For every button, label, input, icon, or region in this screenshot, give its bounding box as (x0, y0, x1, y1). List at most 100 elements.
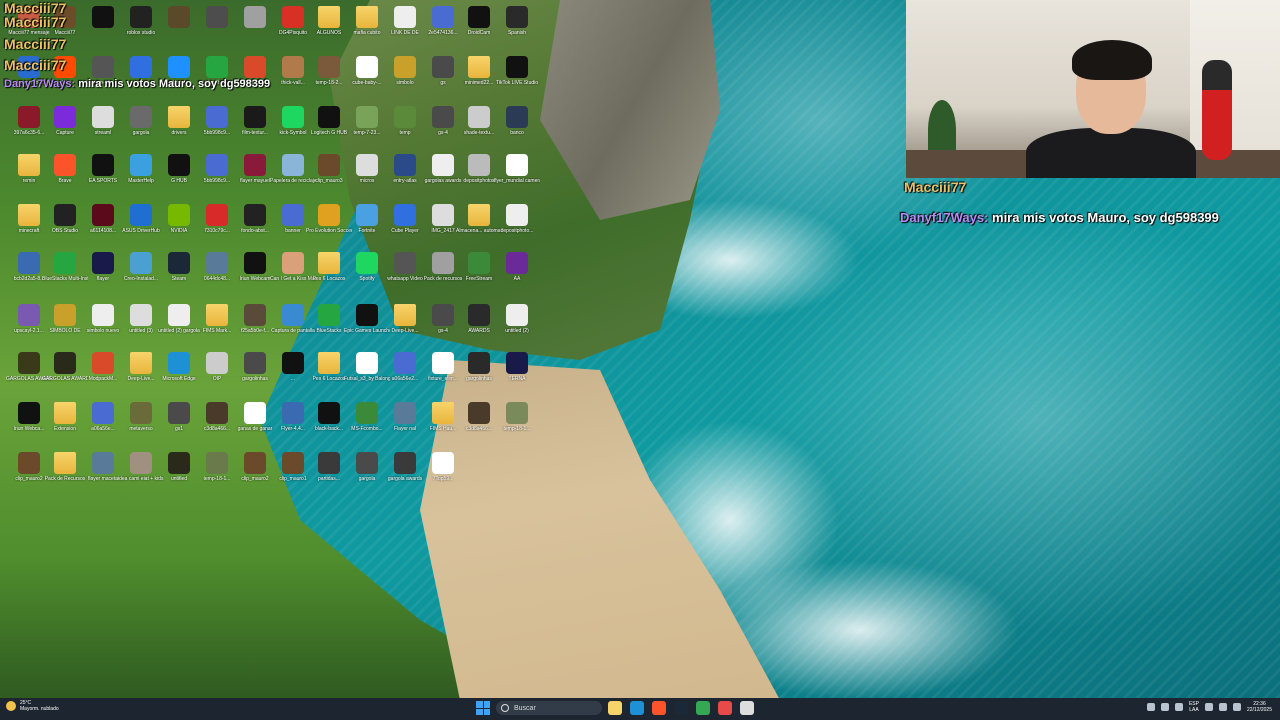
app-icon (54, 252, 76, 274)
app-icon (282, 452, 304, 474)
brave-icon[interactable] (652, 701, 666, 715)
folder-icon (468, 204, 490, 226)
desktop-icon[interactable]: banco (494, 104, 540, 150)
app-icon (468, 304, 490, 326)
search-box[interactable]: Buscar (496, 701, 602, 715)
search-icon (501, 704, 509, 712)
folder-icon (394, 304, 416, 326)
app-icon (468, 106, 490, 128)
app-icon (168, 352, 190, 374)
start-button[interactable] (476, 701, 490, 715)
search-placeholder: Buscar (514, 704, 536, 712)
app-icon (394, 402, 416, 424)
battery-icon[interactable] (1232, 703, 1241, 711)
app-icon (506, 6, 528, 28)
app-icon (206, 154, 228, 176)
wifi-icon[interactable] (1204, 703, 1213, 711)
app-icon (318, 304, 340, 326)
app-icon (130, 56, 152, 78)
desktop-icon[interactable]: untitled (2) (494, 302, 540, 348)
app-icon (432, 252, 454, 274)
desktop-icon[interactable]: AA (494, 250, 540, 296)
app-icon (282, 154, 304, 176)
speaker-icon[interactable] (1218, 703, 1227, 711)
app-icon (432, 106, 454, 128)
chat-line: Macciii77 (904, 179, 967, 195)
desktop-icon[interactable]: Spanish (494, 4, 540, 50)
clock[interactable]: 22:36 22/12/2025 (1247, 701, 1272, 713)
desktop-icon[interactable]: 7Top59... (420, 450, 466, 496)
app-icon (506, 106, 528, 128)
taskbar: 25°C Mayorm. nublado Buscar ESP LAA 22:36… (0, 698, 1280, 720)
folder-icon (432, 402, 454, 424)
chevron-up-icon[interactable] (1146, 703, 1155, 711)
volume-icon[interactable] (1174, 703, 1183, 711)
app-icon (130, 204, 152, 226)
folder-icon (206, 304, 228, 326)
app-icon (282, 252, 304, 274)
app-icon (18, 304, 40, 326)
app-icon (432, 6, 454, 28)
network-icon[interactable] (1160, 703, 1169, 711)
app-icon (54, 304, 76, 326)
file-explorer-icon[interactable] (608, 701, 622, 715)
app-icon (468, 6, 490, 28)
app-icon (168, 204, 190, 226)
app-icon (506, 56, 528, 78)
folder-icon (54, 402, 76, 424)
system-tray: ESP LAA 22:36 22/12/2025 (1146, 701, 1272, 713)
app-icon (244, 252, 266, 274)
app-icon (54, 154, 76, 176)
chat-line: Macciii77 (4, 14, 67, 30)
app-icon (394, 56, 416, 78)
app-icon (130, 106, 152, 128)
app-icon (282, 402, 304, 424)
language-indicator[interactable]: ESP LAA (1189, 701, 1199, 713)
app-icon (356, 452, 378, 474)
folder-icon (318, 6, 340, 28)
app-icon (244, 154, 266, 176)
chrome-icon[interactable] (696, 701, 710, 715)
app-icon (18, 402, 40, 424)
app-icon (356, 304, 378, 326)
app-icon (92, 252, 114, 274)
webcam-feed (906, 0, 1280, 178)
weather-widget[interactable]: 25°C Mayorm. nublado (6, 700, 59, 712)
app-icon (394, 452, 416, 474)
app-icon (92, 452, 114, 474)
app-icon (92, 56, 114, 78)
app-icon (356, 56, 378, 78)
app-icon (318, 402, 340, 424)
steam-icon[interactable] (674, 701, 688, 715)
app-icon (168, 154, 190, 176)
app-icon (394, 252, 416, 274)
folder-icon (54, 452, 76, 474)
app-icon (506, 352, 528, 374)
sun-icon (6, 701, 16, 711)
app-icon (244, 6, 266, 28)
notes-icon[interactable] (740, 701, 754, 715)
app-icon (168, 252, 190, 274)
app-icon (92, 6, 114, 28)
app-icon (92, 304, 114, 326)
app-icon (206, 204, 228, 226)
app-icon (92, 154, 114, 176)
app-icon (130, 452, 152, 474)
desktop-icon[interactable]: depositphoto... (494, 202, 540, 248)
app-icon (282, 204, 304, 226)
desktop-icon[interactable]: TikTok LIVE Studio (494, 54, 540, 100)
app-icon (168, 56, 190, 78)
app-icon (432, 352, 454, 374)
app-icon (206, 352, 228, 374)
app-icon (18, 452, 40, 474)
edge-icon[interactable] (630, 701, 644, 715)
app-icon (282, 56, 304, 78)
app-icon (282, 304, 304, 326)
app-icon (244, 204, 266, 226)
app-icon (356, 106, 378, 128)
obs-icon[interactable] (718, 701, 732, 715)
desktop-icon-label: flyer_mundial camera (494, 178, 540, 184)
desktop-icon[interactable]: flyer_mundial camera (494, 152, 540, 198)
desktop-icon[interactable]: TERNA (494, 350, 540, 396)
desktop-icon[interactable]: temp-18-1... (494, 400, 540, 446)
